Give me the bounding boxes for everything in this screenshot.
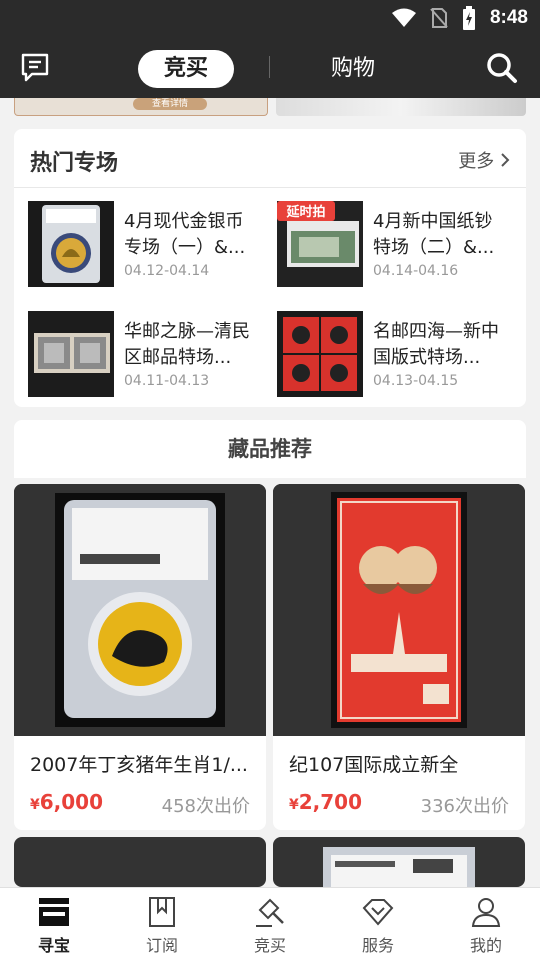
message-icon[interactable] — [20, 52, 50, 82]
tab-label: 订阅 — [145, 936, 178, 955]
banner-slide[interactable]: 查看详情 — [14, 98, 268, 116]
more-label: 更多 — [458, 151, 495, 172]
profile-icon — [471, 898, 501, 927]
hot-item-date: 04.11-04.13 — [124, 373, 210, 389]
bid-count: 336次出价 — [420, 796, 509, 817]
tab-label: 我的 — [469, 936, 502, 955]
hot-section-header: 热门专场 更多 — [14, 129, 526, 188]
tab-shopping[interactable]: 购物 — [300, 50, 406, 88]
product-title: 2007年丁亥猪年生肖1/... — [30, 754, 248, 776]
subscribe-icon — [149, 897, 175, 927]
banner-slide-next[interactable] — [276, 98, 526, 116]
coin-thumbnail — [28, 201, 114, 287]
monkey-stamp-thumbnail — [277, 311, 363, 397]
product-card[interactable] — [273, 837, 525, 887]
recommend-header: 藏品推荐 — [14, 420, 526, 478]
service-icon — [362, 899, 394, 926]
wifi-icon — [391, 8, 416, 27]
product-card[interactable]: 纪107国际成立新全 ¥2,700 336次出价 — [273, 484, 525, 830]
product-image — [323, 847, 475, 887]
stamp-thumbnail — [28, 311, 114, 397]
top-bar: 竞买 购物 — [0, 36, 540, 98]
banner-cta-button[interactable]: 查看详情 — [133, 98, 207, 110]
product-price: ¥2,700 — [289, 790, 362, 814]
treasure-icon — [39, 898, 69, 926]
product-image — [14, 484, 266, 736]
hot-section: 热门专场 更多 4月现代金银币专场（一）&... 04.12-04.14 延时拍… — [14, 129, 526, 407]
hot-item-name: 4月现代金银币专场（一）&... — [124, 211, 246, 258]
tab-divider — [269, 56, 270, 78]
tab-label: 竞买 — [253, 936, 286, 955]
chevron-right-icon — [501, 153, 510, 167]
no-sim-icon — [430, 8, 448, 28]
hot-item-date: 04.12-04.14 — [124, 263, 210, 279]
currency-symbol: ¥ — [30, 797, 40, 813]
hot-item[interactable]: 延时拍 4月新中国纸钞特场（二）&... 04.14-04.16 — [277, 201, 517, 289]
banner-carousel[interactable]: 查看详情 — [14, 98, 526, 118]
tab-label: 寻宝 — [37, 936, 70, 955]
tab-subscribe[interactable]: 订阅 — [108, 888, 216, 960]
product-card[interactable] — [14, 837, 266, 887]
tab-auction[interactable]: 竞买 — [138, 50, 234, 88]
hot-item-date: 04.13-04.15 — [373, 373, 459, 389]
banknote-thumbnail: 延时拍 — [277, 201, 363, 287]
hot-item-name: 4月新中国纸钞特场（二）&... — [373, 211, 495, 258]
product-title: 纪107国际成立新全 — [289, 754, 459, 776]
hot-section-title: 热门专场 — [30, 151, 119, 176]
hot-item-name: 华邮之脉—清民区邮品特场... — [124, 321, 250, 368]
status-bar: 8:48 — [0, 0, 540, 36]
hot-item-date: 04.14-04.16 — [373, 263, 459, 279]
product-price: ¥6,000 — [30, 790, 103, 814]
bid-count: 458次出价 — [161, 796, 250, 817]
more-link[interactable]: 更多 — [458, 147, 510, 173]
tab-treasure[interactable]: 寻宝 — [0, 888, 108, 960]
auction-gavel-icon — [256, 898, 284, 927]
hot-item[interactable]: 4月现代金银币专场（一）&... 04.12-04.14 — [28, 201, 268, 289]
tab-service[interactable]: 服务 — [324, 888, 432, 960]
price-value: 6,000 — [39, 790, 104, 814]
hot-item[interactable]: 华邮之脉—清民区邮品特场... 04.11-04.13 — [28, 311, 268, 399]
hot-item[interactable]: 名邮四海—新中国版式特场... 04.13-04.15 — [277, 311, 517, 399]
tab-auction[interactable]: 竞买 — [216, 888, 324, 960]
clock: 8:48 — [489, 7, 528, 28]
currency-symbol: ¥ — [289, 797, 299, 813]
tab-profile[interactable]: 我的 — [432, 888, 540, 960]
battery-icon — [462, 6, 475, 30]
delayed-auction-badge: 延时拍 — [285, 204, 325, 220]
search-icon[interactable] — [486, 52, 518, 84]
tab-label: 服务 — [361, 936, 394, 955]
hot-item-name: 名邮四海—新中国版式特场... — [373, 321, 499, 368]
bottom-tab-bar: 寻宝 订阅 竞买 服务 我的 — [0, 887, 540, 960]
price-value: 2,700 — [298, 790, 363, 814]
product-image — [273, 484, 525, 736]
product-card[interactable]: 2007年丁亥猪年生肖1/... ¥6,000 458次出价 — [14, 484, 266, 830]
